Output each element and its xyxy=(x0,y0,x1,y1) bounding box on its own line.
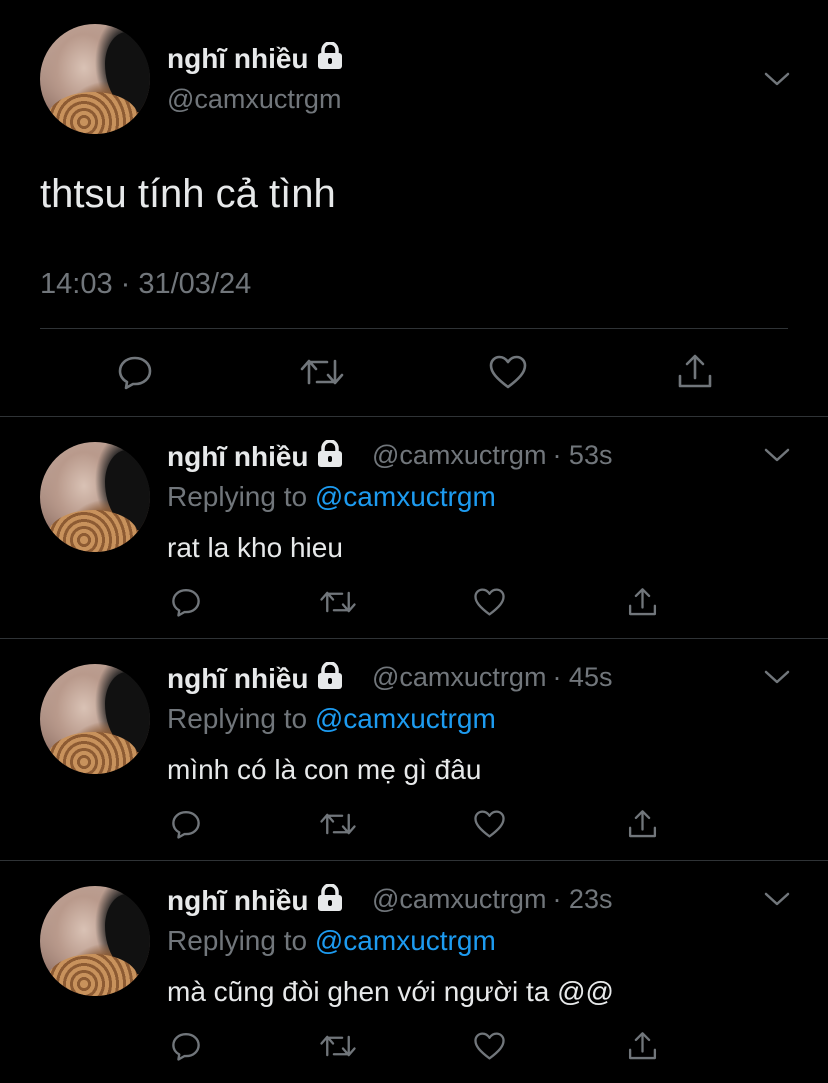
share-button[interactable] xyxy=(624,1028,660,1064)
handle-text[interactable]: @camxuctrgm xyxy=(372,440,546,470)
tweet-text: mà cũng đòi ghen với người ta @@ xyxy=(167,976,614,1007)
replying-to-label: Replying to xyxy=(167,481,315,512)
lock-icon xyxy=(317,42,342,69)
share-icon xyxy=(628,809,656,837)
divider xyxy=(0,860,828,861)
replying-to: Replying to @camxuctrgm xyxy=(167,925,496,957)
divider xyxy=(40,328,788,329)
author-name-text[interactable]: nghĩ nhiều xyxy=(167,885,309,916)
replying-to-label: Replying to xyxy=(167,925,315,956)
retweet-button[interactable] xyxy=(298,350,346,394)
author-name[interactable]: nghĩ nhiều xyxy=(167,42,343,75)
divider xyxy=(0,638,828,639)
author-name[interactable]: nghĩ nhiều xyxy=(167,662,343,695)
reply-icon xyxy=(172,811,200,839)
retweet-button[interactable] xyxy=(318,1028,358,1064)
chevron-down-icon[interactable] xyxy=(763,446,791,464)
like-icon xyxy=(489,355,527,389)
replying-to: Replying to @camxuctrgm xyxy=(167,481,496,513)
retweet-button[interactable] xyxy=(318,584,358,620)
avatar[interactable] xyxy=(40,24,150,134)
handle-text[interactable]: @camxuctrgm xyxy=(372,884,546,914)
reply-button[interactable] xyxy=(168,1028,204,1064)
reply-icon xyxy=(172,1033,200,1061)
avatar[interactable] xyxy=(40,442,150,552)
lock-icon xyxy=(317,884,342,911)
author-name[interactable]: nghĩ nhiều xyxy=(167,440,343,473)
share-button[interactable] xyxy=(673,350,717,394)
chevron-down-icon[interactable] xyxy=(763,890,791,908)
like-button[interactable] xyxy=(471,1028,507,1064)
share-icon xyxy=(678,354,712,388)
reply-button[interactable] xyxy=(168,806,204,842)
replying-to-label: Replying to xyxy=(167,703,315,734)
share-button[interactable] xyxy=(624,806,660,842)
retweet-icon xyxy=(320,591,356,613)
like-icon xyxy=(473,588,505,616)
share-icon xyxy=(628,1031,656,1059)
author-name-text[interactable]: nghĩ nhiều xyxy=(167,43,309,74)
reply-button[interactable] xyxy=(168,584,204,620)
chevron-down-icon[interactable] xyxy=(763,668,791,686)
handle-text[interactable]: @camxuctrgm xyxy=(372,662,546,692)
retweet-icon xyxy=(320,1035,356,1057)
tweet-text: mình có là con mẹ gì đâu xyxy=(167,754,482,785)
like-button[interactable] xyxy=(471,806,507,842)
author-handle[interactable]: @camxuctrgm · 45s xyxy=(372,662,612,693)
share-icon xyxy=(628,587,656,615)
author-name-text[interactable]: nghĩ nhiều xyxy=(167,441,309,472)
lock-icon xyxy=(317,662,342,689)
mention-link[interactable]: @camxuctrgm xyxy=(315,925,496,956)
chevron-down-icon[interactable] xyxy=(763,70,791,88)
reply-button[interactable] xyxy=(113,350,157,394)
like-button[interactable] xyxy=(471,584,507,620)
replying-to: Replying to @camxuctrgm xyxy=(167,703,496,735)
author-name[interactable]: nghĩ nhiều xyxy=(167,884,343,917)
tweet-text: thtsu tính cả tình xyxy=(40,172,336,216)
relative-time[interactable]: · 45s xyxy=(552,662,612,692)
retweet-icon xyxy=(320,813,356,835)
author-name-text[interactable]: nghĩ nhiều xyxy=(167,663,309,694)
avatar[interactable] xyxy=(40,886,150,996)
author-handle[interactable]: @camxuctrgm · 53s xyxy=(372,440,612,471)
relative-time[interactable]: · 53s xyxy=(552,440,612,470)
share-button[interactable] xyxy=(624,584,660,620)
retweet-icon xyxy=(300,359,344,385)
mention-link[interactable]: @camxuctrgm xyxy=(315,703,496,734)
divider xyxy=(0,416,828,417)
reply-icon xyxy=(172,589,200,617)
lock-icon xyxy=(317,440,342,467)
like-button[interactable] xyxy=(486,350,530,394)
retweet-button[interactable] xyxy=(318,806,358,842)
reply-icon xyxy=(118,356,152,390)
tweet-timestamp[interactable]: 14:03 · 31/03/24 xyxy=(40,268,251,301)
author-handle[interactable]: @camxuctrgm · 23s xyxy=(372,884,612,915)
like-icon xyxy=(473,1032,505,1060)
mention-link[interactable]: @camxuctrgm xyxy=(315,481,496,512)
relative-time[interactable]: · 23s xyxy=(552,884,612,914)
like-icon xyxy=(473,810,505,838)
tweet-text: rat la kho hieu xyxy=(167,532,343,563)
author-handle[interactable]: @camxuctrgm xyxy=(167,84,341,115)
avatar[interactable] xyxy=(40,664,150,774)
